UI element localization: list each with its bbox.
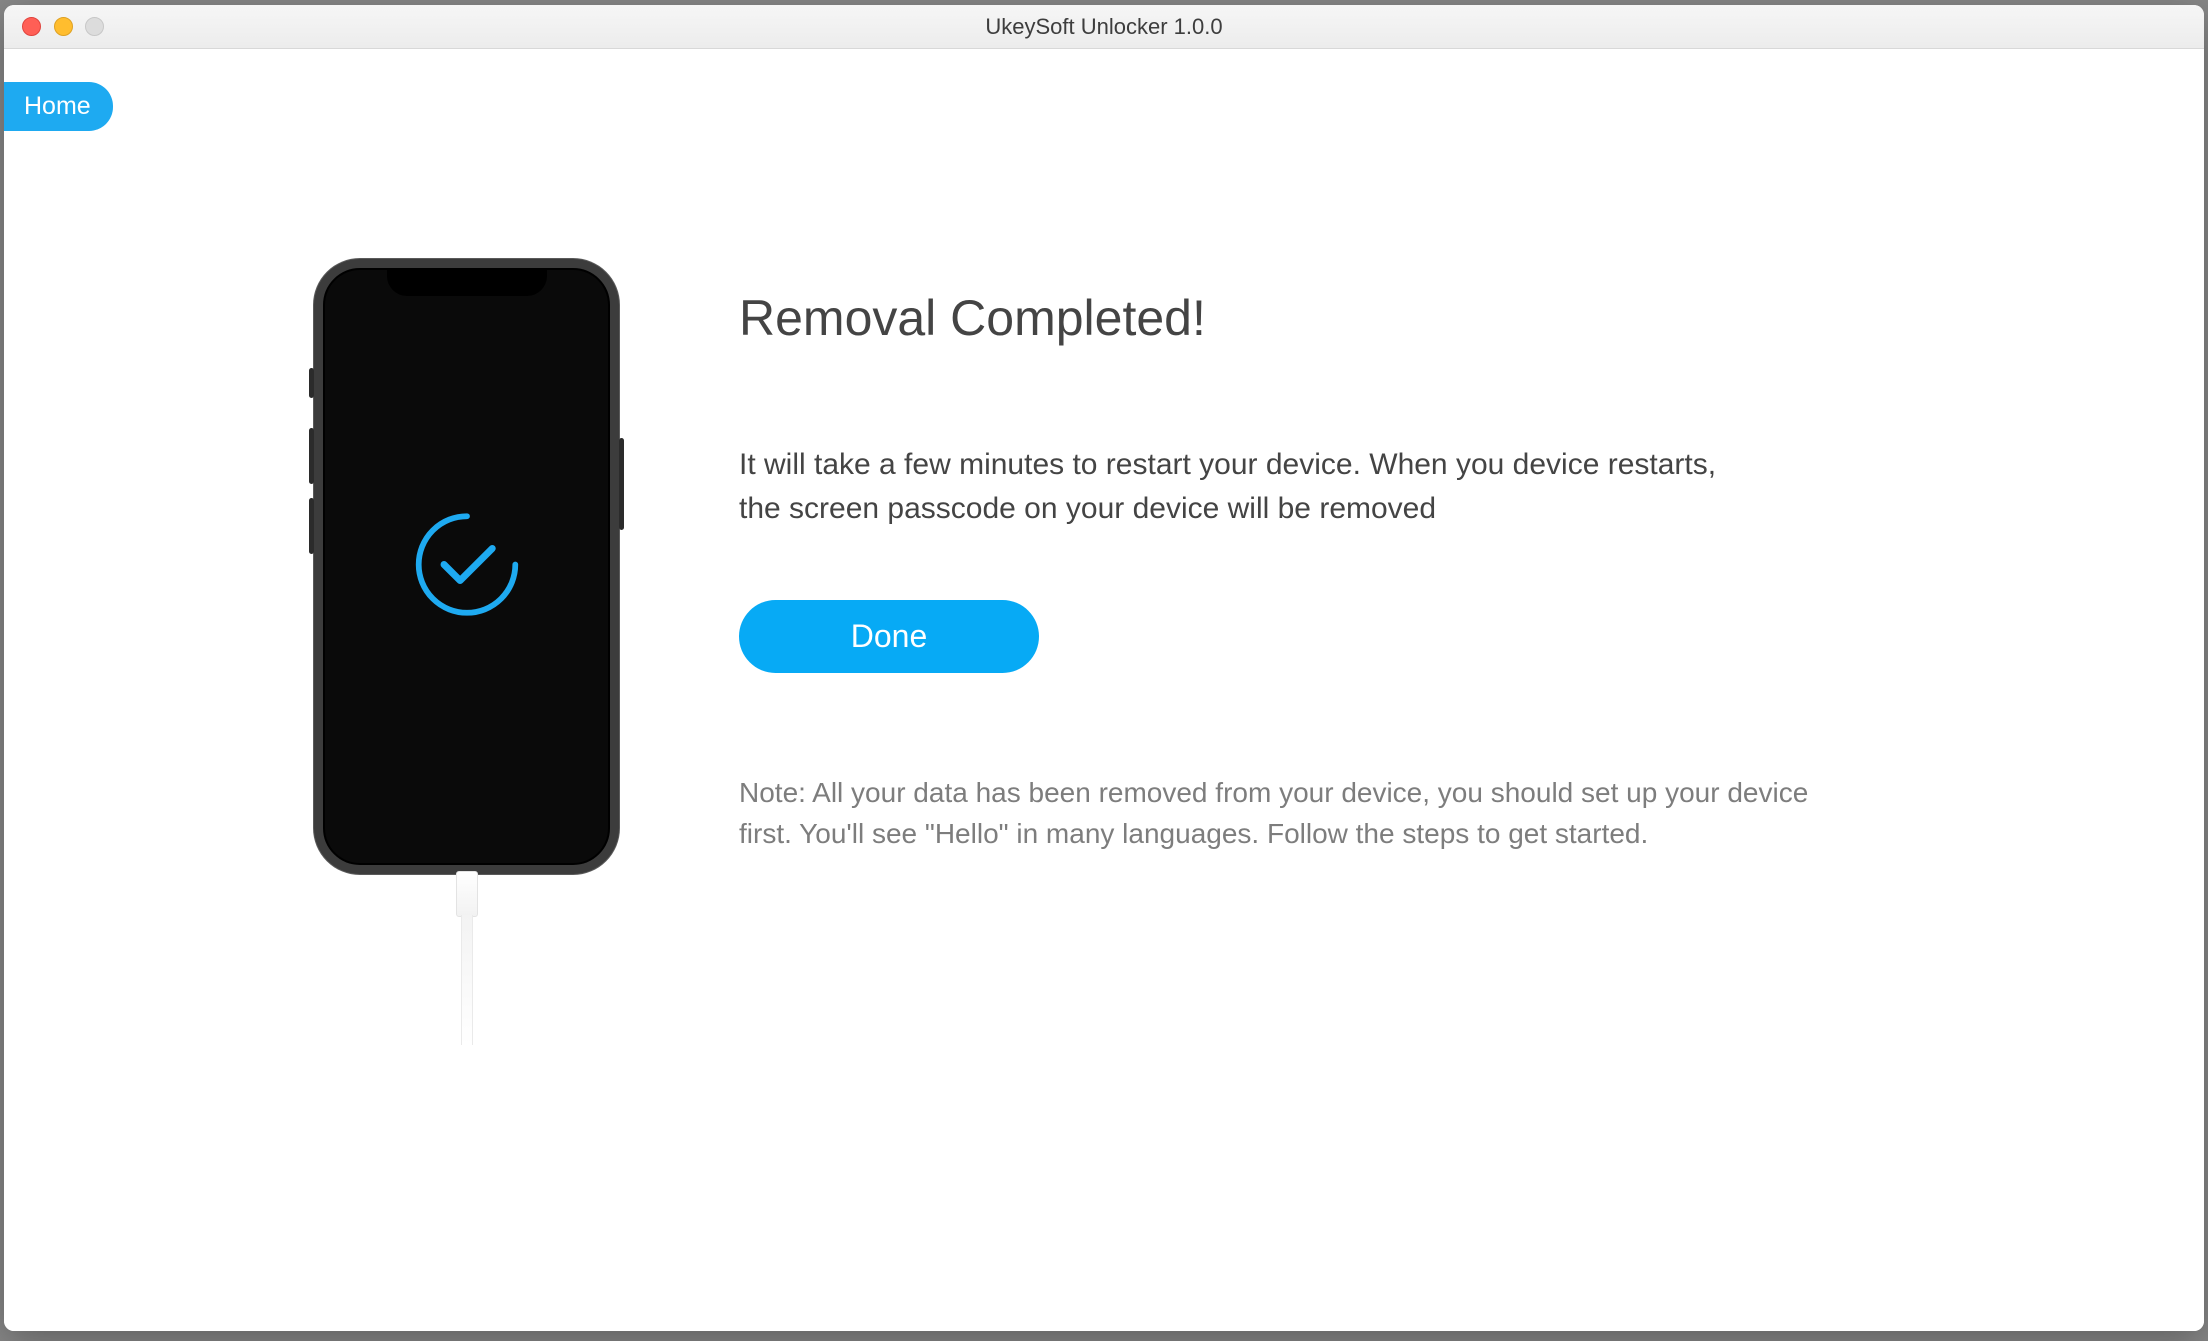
window-title: UkeySoft Unlocker 1.0.0 [4,14,2204,40]
minimize-window-button[interactable] [54,17,73,36]
home-button[interactable]: Home [4,82,113,131]
traffic-lights [4,17,104,36]
description-text: It will take a few minutes to restart yo… [739,443,1719,530]
note-text: Note: All your data has been removed fro… [739,773,1839,854]
phone-side-button [309,428,314,484]
app-window: UkeySoft Unlocker 1.0.0 Home [4,5,2204,1331]
phone-side-button [309,498,314,554]
content-area: Home [4,49,2204,1331]
main-row: Removal Completed! It will take a few mi… [314,259,2064,874]
phone-frame [314,259,619,874]
done-button[interactable]: Done [739,600,1039,673]
device-illustration [314,259,619,874]
lightning-cable-icon [450,871,484,1041]
titlebar[interactable]: UkeySoft Unlocker 1.0.0 [4,5,2204,49]
page-title: Removal Completed! [739,289,2064,347]
maximize-window-button [85,17,104,36]
text-column: Removal Completed! It will take a few mi… [739,259,2064,854]
close-window-button[interactable] [22,17,41,36]
checkmark-icon [409,507,524,627]
phone-side-button [309,368,314,398]
phone-notch [387,268,547,296]
phone-side-button [619,438,624,530]
